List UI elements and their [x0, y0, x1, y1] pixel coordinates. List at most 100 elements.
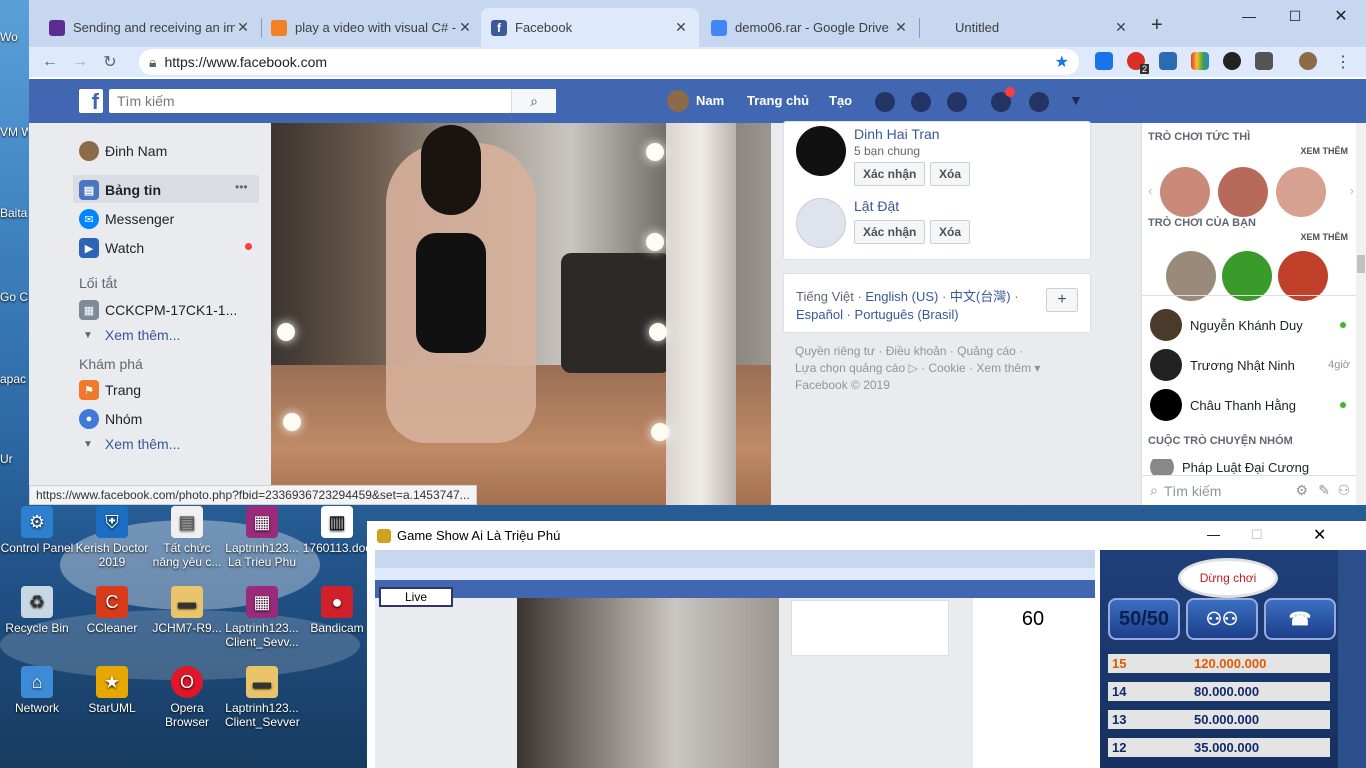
desktop-icon-label[interactable]: VM Wor — [0, 125, 28, 139]
extension-icon[interactable] — [1095, 52, 1113, 70]
extension-icon[interactable] — [1255, 52, 1273, 70]
contact-item[interactable]: Nguyễn Khánh Duy — [1150, 309, 1350, 341]
nav-create[interactable]: Tạo — [829, 93, 852, 108]
ask-audience-button[interactable]: ⚇⚇ — [1186, 598, 1258, 640]
footer-link[interactable]: Lựa chọn quảng cáo ▷ — [795, 361, 918, 375]
star-icon[interactable]: ★ — [1055, 52, 1069, 72]
close-window-button[interactable]: ✕ — [1313, 525, 1326, 545]
menu-icon[interactable]: ⋮ — [1335, 52, 1351, 72]
close-icon[interactable]: ✕ — [1113, 19, 1129, 36]
friends-icon[interactable] — [875, 92, 895, 112]
friend-name[interactable]: Lật Đật — [854, 198, 899, 214]
desktop-icon-label[interactable]: Go Chr — [0, 290, 28, 304]
tab-google-drive[interactable]: demo06.rar - Google Drive ✕ — [701, 8, 920, 47]
language-link[interactable]: Português (Brasil) — [855, 307, 959, 322]
sidebar-item-watch[interactable]: ▶ Watch — [79, 238, 144, 258]
chevron-down-icon[interactable]: ▼ — [1069, 92, 1083, 108]
mail-extension-icon[interactable]: 2 — [1127, 52, 1149, 74]
desktop-icon-folder[interactable]: ▬ JCHM7-R9... — [150, 586, 224, 635]
phone-friend-button[interactable]: ☎ — [1264, 598, 1336, 640]
back-button[interactable]: ← — [35, 53, 65, 71]
desktop-icon-winrar[interactable]: ▦ Laptrinh123... La Trieu Phu — [225, 506, 299, 569]
extension-icon[interactable] — [1159, 52, 1177, 70]
sidebar-item-news-feed[interactable]: ▤ Bảng tin — [79, 180, 161, 200]
minimize-button[interactable]: — — [1226, 0, 1272, 32]
close-window-button[interactable]: ✕ — [1318, 0, 1364, 32]
desktop-icon-label[interactable]: Ur — [0, 452, 28, 466]
desktop-icon-network[interactable]: ⌂ Network — [0, 666, 74, 715]
confirm-button[interactable]: Xác nhận — [854, 162, 926, 186]
bell-icon[interactable] — [947, 92, 967, 112]
confirm-button[interactable]: Xác nhận — [854, 220, 926, 244]
see-more-link[interactable]: ▼ Xem thêm... — [79, 436, 180, 452]
see-more-link[interactable]: XEM THÊM — [1300, 232, 1348, 242]
help-icon[interactable] — [1029, 92, 1049, 112]
desktop-icon-opera[interactable]: O Opera Browser — [150, 666, 224, 729]
delete-button[interactable]: Xóa — [930, 220, 971, 244]
footer-link[interactable]: Xem thêm ▾ — [976, 361, 1040, 375]
delete-button[interactable]: Xóa — [930, 162, 971, 186]
compose-icon[interactable]: ✎ — [1318, 482, 1330, 499]
language-link[interactable]: 中文(台灣) — [950, 289, 1011, 304]
game-thumbnail[interactable] — [1160, 167, 1210, 217]
close-icon[interactable]: ✕ — [673, 19, 689, 36]
desktop-icon-folder[interactable]: ▬ Laptrinh123... Client_Sevver — [225, 666, 300, 729]
tab-sending-image[interactable]: Sending and receiving an ima ✕ — [39, 8, 262, 47]
desktop-icon-winrar[interactable]: ▦ Laptrinh123... Client_Sevv... — [225, 586, 299, 649]
extension-icon[interactable] — [1191, 52, 1209, 70]
nav-profile[interactable]: Nam — [696, 93, 724, 108]
close-icon[interactable]: ✕ — [457, 19, 473, 36]
forward-button[interactable]: → — [65, 53, 95, 71]
extension-icon[interactable] — [1223, 52, 1241, 70]
avatar[interactable] — [796, 126, 846, 176]
desktop-icon-kerish-doctor[interactable]: ⛨ Kerish Doctor 2019 — [75, 506, 149, 569]
stop-button[interactable]: Dừng chơi — [1178, 558, 1278, 598]
game-thumbnail[interactable] — [1222, 251, 1272, 301]
game-thumbnail[interactable] — [1278, 251, 1328, 301]
new-tab-button[interactable]: + — [1151, 14, 1163, 37]
close-icon[interactable]: ✕ — [893, 19, 909, 36]
desktop-icon-label[interactable]: apac — [0, 372, 28, 386]
add-language-button[interactable]: + — [1046, 288, 1078, 312]
footer-link[interactable]: Quảng cáo — [957, 344, 1016, 358]
see-more-link[interactable]: XEM THÊM — [1300, 146, 1348, 156]
search-button[interactable]: ⌕ — [511, 89, 556, 113]
tab-play-video[interactable]: play a video with visual C# - S ✕ — [261, 8, 483, 47]
game-thumbnail[interactable] — [1218, 167, 1268, 217]
chevron-right-icon[interactable]: › — [1350, 183, 1354, 198]
desktop-icon-document[interactable]: ▤ Tất chức năng yêu c... — [150, 506, 224, 569]
chevron-left-icon[interactable]: ‹ — [1148, 183, 1152, 198]
fifty-fifty-button[interactable]: 50/50 — [1108, 598, 1180, 640]
desktop-icon-label[interactable]: Wo — [0, 30, 28, 44]
sidebar-item-messenger[interactable]: ✉ Messenger — [79, 209, 174, 229]
footer-link[interactable]: Quyền riêng tư — [795, 344, 875, 358]
avatar[interactable] — [796, 198, 846, 248]
post-photo[interactable] — [271, 123, 771, 505]
scrollbar[interactable] — [1356, 123, 1366, 505]
create-group-icon[interactable]: ⚇ — [1337, 482, 1350, 499]
scrollbar-thumb[interactable] — [1357, 255, 1365, 273]
sidebar-item-group[interactable]: ▦ CCKCPM-17CK1-1... — [79, 300, 237, 320]
minimize-button[interactable]: — — [1207, 527, 1220, 542]
friend-name[interactable]: Dinh Hai Tran — [854, 126, 940, 142]
facebook-logo[interactable]: f — [79, 89, 103, 114]
footer-link[interactable]: Cookie — [928, 361, 965, 375]
close-icon[interactable]: ✕ — [235, 19, 251, 36]
chat-search-bar[interactable]: ⌕ Tìm kiếm ⚙ ✎ ⚇ — [1142, 475, 1356, 505]
live-button[interactable]: Live — [379, 587, 453, 607]
language-link[interactable]: Español — [796, 307, 843, 322]
more-options-icon[interactable]: ••• — [235, 180, 248, 194]
desktop-icon-staruml[interactable]: ★ StarUML — [75, 666, 149, 715]
messenger-icon[interactable] — [911, 92, 931, 112]
sidebar-item-pages[interactable]: ⚑ Trang — [79, 380, 141, 400]
avatar[interactable] — [667, 90, 689, 112]
desktop-icon-bandicam[interactable]: ● Bandicam — [300, 586, 374, 635]
language-link[interactable]: English (US) — [865, 289, 938, 304]
group-chat-item[interactable]: Pháp Luật Đại Cương — [1150, 459, 1350, 475]
desktop-icon-recycle-bin[interactable]: ♻ Recycle Bin — [0, 586, 74, 635]
see-more-link[interactable]: ▼ Xem thêm... — [79, 327, 180, 343]
tab-untitled[interactable]: Untitled ✕ — [921, 8, 1139, 47]
address-bar[interactable]: 🔒︎ https://www.facebook.com ★ — [139, 49, 1079, 75]
game-thumbnail[interactable] — [1166, 251, 1216, 301]
avatar[interactable] — [1299, 52, 1317, 70]
